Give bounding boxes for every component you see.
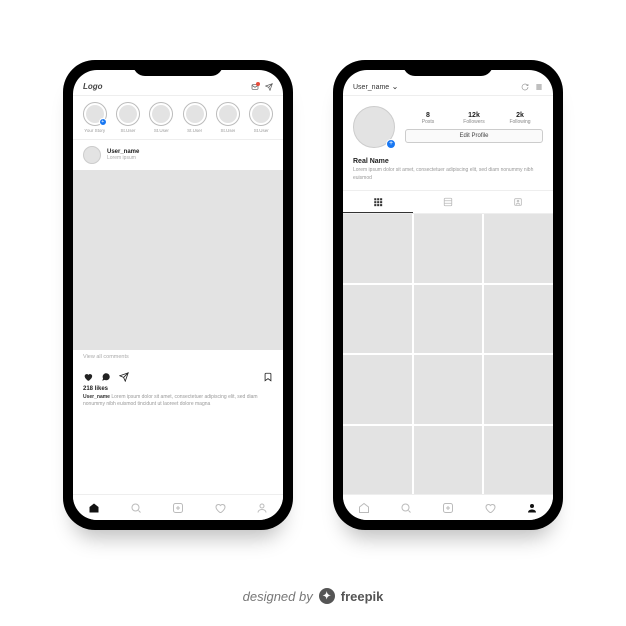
profile-posts-grid (343, 214, 553, 495)
tab-search-icon[interactable] (130, 502, 142, 514)
profile-screen: User_name + 8 Posts (343, 70, 553, 520)
profile-content-tabs (343, 190, 553, 214)
story-your-story[interactable]: + Your Story (81, 102, 108, 133)
grid-post[interactable] (484, 426, 553, 495)
caption-username[interactable]: User_name (83, 394, 110, 400)
phone-frame-feed: Logo + Your Story (63, 60, 293, 530)
tab-home-icon[interactable] (358, 502, 370, 514)
tab-profile-icon[interactable] (526, 502, 538, 514)
story-label: St.User (120, 128, 135, 133)
post-caption: User_name Lorem ipsum dolor sit amet, co… (73, 394, 283, 412)
grid-post[interactable] (414, 426, 483, 495)
story-label: St.User (187, 128, 202, 133)
grid-post[interactable] (343, 426, 412, 495)
chevron-down-icon (392, 85, 398, 91)
post-image[interactable] (73, 170, 283, 350)
stories-row[interactable]: + Your Story St.User St.User St.User (73, 96, 283, 140)
stat-posts[interactable]: 8 Posts (405, 112, 451, 125)
story-item[interactable]: St.User (214, 102, 241, 133)
menu-icon[interactable] (535, 83, 543, 91)
tab-feed-list[interactable] (413, 191, 483, 213)
phone-notch (133, 60, 223, 76)
attribution: designed by ✦ freepik (0, 588, 626, 604)
stat-followers[interactable]: 12k Followers (451, 112, 497, 125)
add-avatar-badge[interactable]: + (386, 139, 396, 149)
inbox-unread-dot (256, 82, 260, 86)
tab-activity-icon[interactable] (484, 502, 496, 514)
phone-notch (403, 60, 493, 76)
tab-home-icon[interactable] (88, 502, 100, 514)
story-item[interactable]: St.User (148, 102, 175, 133)
stat-following[interactable]: 2k Following (497, 112, 543, 125)
attribution-brand: freepik (341, 589, 384, 604)
story-label: Your Story (84, 128, 105, 133)
comment-icon[interactable] (101, 372, 111, 382)
edit-profile-button[interactable]: Edit Profile (405, 129, 543, 143)
post-header[interactable]: User_name Lorem ipsum (73, 140, 283, 170)
story-item[interactable]: St.User (114, 102, 141, 133)
grid-post[interactable] (343, 355, 412, 424)
post-location: Lorem ipsum (107, 155, 139, 161)
bottom-tabbar (73, 494, 283, 520)
tab-grid[interactable] (343, 191, 413, 213)
tab-add-icon[interactable] (172, 502, 184, 514)
app-logo[interactable]: Logo (83, 82, 103, 91)
bookmark-icon[interactable] (263, 372, 273, 382)
story-item[interactable]: St.User (248, 102, 275, 133)
feed-screen: Logo + Your Story (73, 70, 283, 520)
tab-add-icon[interactable] (442, 502, 454, 514)
profile-stats: 8 Posts 12k Followers 2k Following (405, 112, 543, 125)
grid-post[interactable] (484, 285, 553, 354)
story-item[interactable]: St.User (181, 102, 208, 133)
freepik-logo-icon: ✦ (319, 588, 335, 604)
bottom-tabbar (343, 494, 553, 520)
grid-post[interactable] (484, 214, 553, 283)
post-actions (73, 366, 283, 384)
grid-post[interactable] (484, 355, 553, 424)
profile-username-dropdown[interactable]: User_name (353, 84, 398, 91)
profile-real-name: Real Name (353, 158, 543, 165)
caption-text: Lorem ipsum dolor sit amet, consectetuer… (83, 394, 258, 407)
tab-tagged[interactable] (483, 191, 553, 213)
tab-search-icon[interactable] (400, 502, 412, 514)
phone-frame-profile: User_name + 8 Posts (333, 60, 563, 530)
share-icon[interactable] (119, 372, 129, 382)
story-label: St.User (154, 128, 169, 133)
direct-message-icon[interactable] (265, 83, 273, 91)
grid-post[interactable] (343, 285, 412, 354)
like-icon[interactable] (83, 372, 93, 382)
story-label: St.User (254, 128, 269, 133)
grid-post[interactable] (414, 214, 483, 283)
profile-bio-text: Lorem ipsum dolor sit amet, consectetuer… (353, 167, 543, 182)
post-author-avatar[interactable] (83, 146, 101, 164)
profile-bio: Real Name Lorem ipsum dolor sit amet, co… (343, 158, 553, 190)
story-label: St.User (220, 128, 235, 133)
refresh-icon[interactable] (521, 83, 529, 91)
tab-profile-icon[interactable] (256, 502, 268, 514)
inbox-icon[interactable] (251, 83, 259, 91)
grid-post[interactable] (343, 214, 412, 283)
grid-post[interactable] (414, 355, 483, 424)
view-all-comments-link[interactable]: View all comments (73, 350, 283, 366)
post-likes-count[interactable]: 218 likes (73, 384, 283, 394)
grid-post[interactable] (414, 285, 483, 354)
profile-top-section: + 8 Posts 12k Followers 2k (343, 96, 553, 158)
tab-activity-icon[interactable] (214, 502, 226, 514)
add-story-badge[interactable]: + (99, 118, 107, 126)
attribution-prefix: designed by (243, 589, 313, 604)
